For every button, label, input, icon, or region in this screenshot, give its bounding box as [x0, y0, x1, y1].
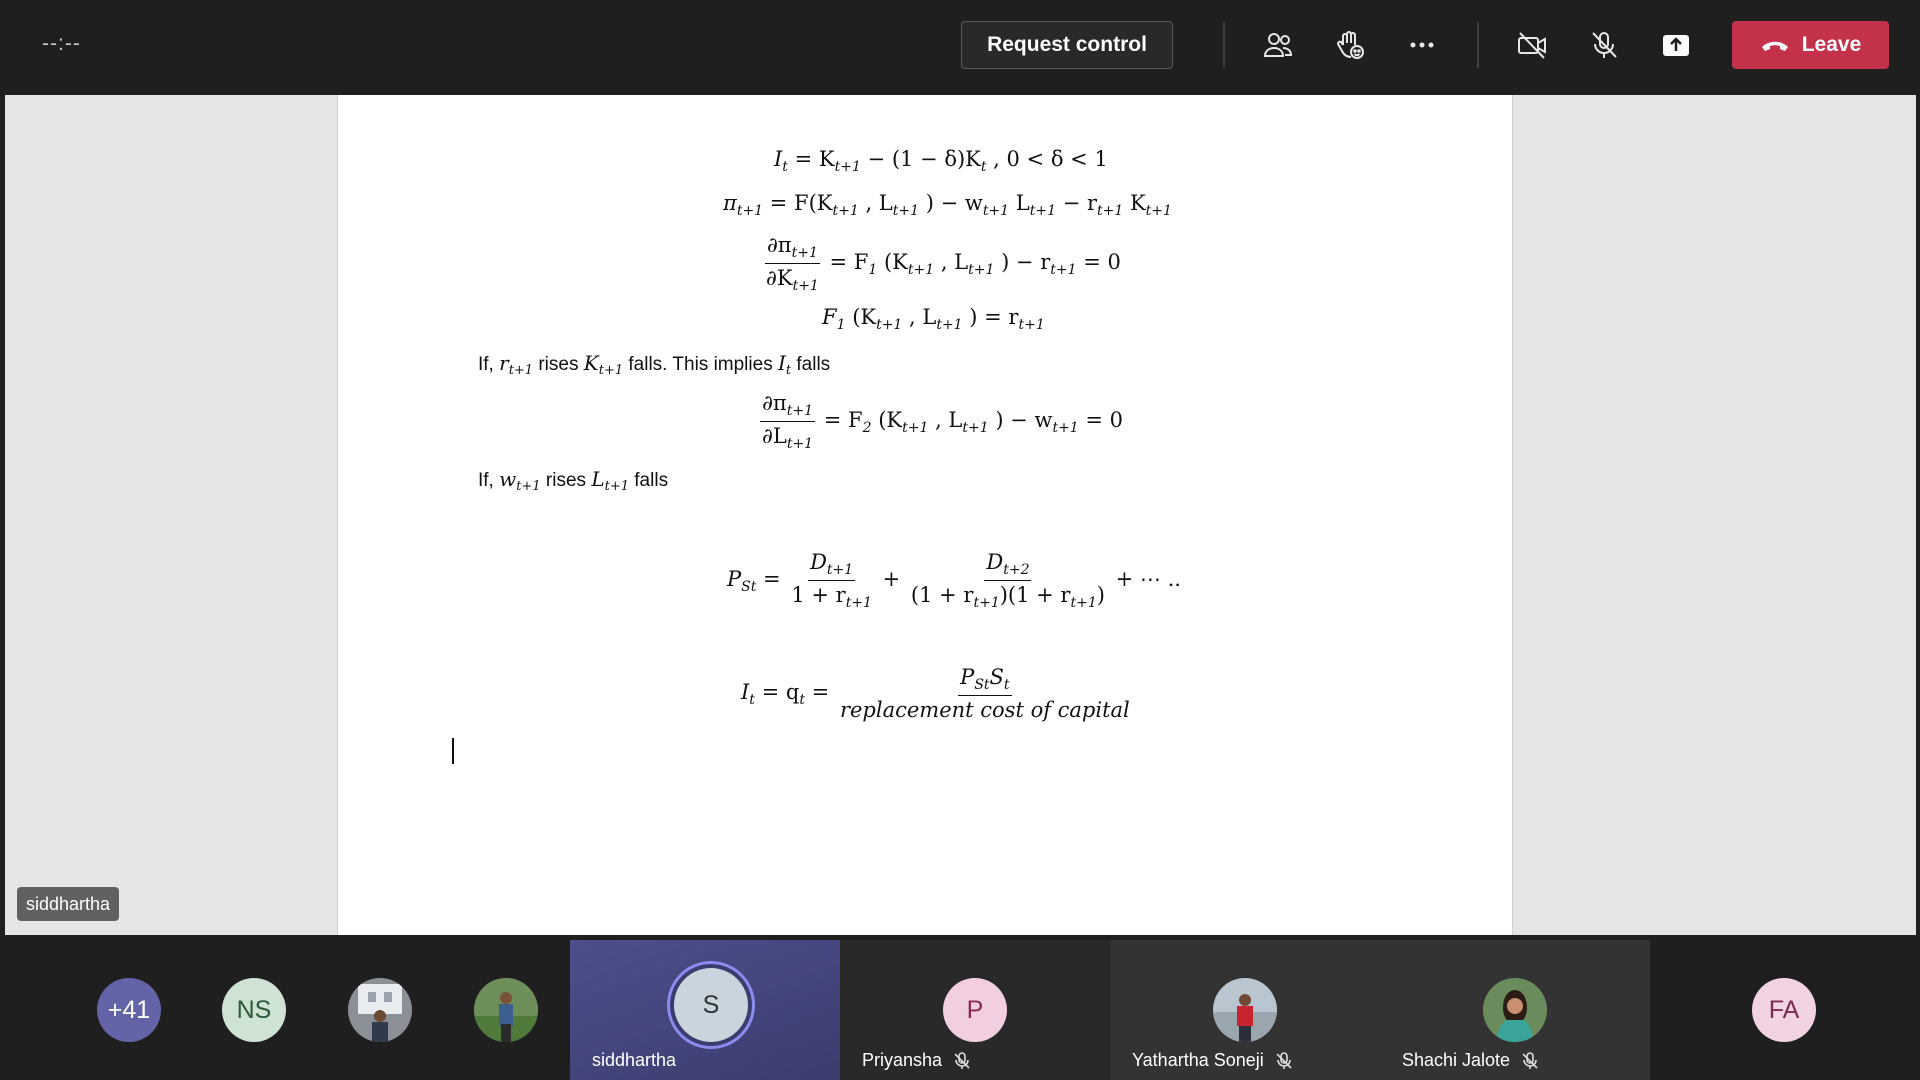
leave-button[interactable]: Leave	[1732, 21, 1889, 69]
mic-off-icon[interactable]	[1583, 24, 1625, 66]
text-interest-rate-effect: If, rt+1 rises Kt+1 falls. This implies …	[478, 351, 831, 378]
avatar-photo[interactable]	[474, 978, 538, 1042]
presenter-name-tag: siddhartha	[17, 887, 120, 921]
participant-photo-icon	[348, 978, 412, 1042]
avatar-fa[interactable]: FA	[1752, 978, 1816, 1042]
avatar-photo	[1213, 978, 1277, 1042]
participant-name: siddhartha	[592, 1050, 677, 1070]
participant-name: Shachi Jalote	[1402, 1050, 1540, 1071]
participant-tile-yathartha[interactable]: Yathartha Soneji	[1110, 940, 1380, 1080]
equation-tobins-q: It = qt = PStSt replacement cost of capi…	[741, 665, 1130, 722]
fraction: Dt+1 1 + rt+1	[791, 550, 872, 611]
fraction: PStSt replacement cost of capital	[839, 665, 1130, 722]
toolbar-divider	[1477, 22, 1479, 68]
participant-gallery: +41 NS S siddhartha P Priyansha Yatharth…	[0, 940, 1920, 1080]
participant-photo-icon	[1483, 978, 1547, 1042]
participant-photo-icon	[1213, 978, 1277, 1042]
equation-profit: πt+1 = F(Kt+1 , Lt+1 ) − wt+1 Lt+1 − rt+…	[723, 191, 1172, 219]
request-control-button[interactable]: Request control	[961, 21, 1173, 69]
text-cursor	[452, 738, 454, 764]
equation-foc-capital: ∂πt+1 ∂Kt+1 = F1 (Kt+1 , Lt+1 ) − rt+1 =…	[764, 233, 1121, 294]
avatar-photo	[1483, 978, 1547, 1042]
meeting-toolbar: --:-- Request control Leave	[0, 0, 1920, 95]
equation-share-price: PSt = Dt+1 1 + rt+1 + Dt+2 (1 + rt+1)(1 …	[727, 550, 1181, 611]
hang-up-icon	[1761, 41, 1788, 51]
fraction: ∂πt+1 ∂Kt+1	[764, 233, 820, 294]
avatar-p: P	[943, 978, 1007, 1042]
avatar-ns[interactable]: NS	[222, 978, 286, 1042]
equation-investment: It = Kt+1 − (1 − δ)Kt , 0 < δ < 1	[774, 147, 1108, 175]
muted-mic-icon	[1276, 1051, 1292, 1069]
participant-tile-shachi[interactable]: Shachi Jalote	[1380, 940, 1650, 1080]
fraction: Dt+2 (1 + rt+1)(1 + rt+1)	[910, 550, 1105, 611]
equation-marginal-product-capital: F1 (Kt+1 , Lt+1 ) = rt+1	[822, 305, 1045, 333]
participant-photo-icon	[474, 978, 538, 1042]
participant-name: Priyansha	[862, 1050, 972, 1071]
toolbar-divider	[1223, 22, 1225, 68]
participant-name: Yathartha Soneji	[1132, 1050, 1294, 1071]
equation-foc-labor: ∂πt+1 ∂Lt+1 = F2 (Kt+1 , Lt+1 ) − wt+1 =…	[760, 391, 1124, 452]
meeting-timer: --:--	[42, 32, 81, 55]
avatar-presenter: S	[674, 968, 748, 1042]
document-page: It = Kt+1 − (1 − δ)Kt , 0 < δ < 1 πt+1 =…	[337, 95, 1513, 935]
text-wage-effect: If, wt+1 rises Lt+1 falls	[478, 467, 669, 494]
presenter-tile[interactable]: S siddhartha	[570, 940, 840, 1080]
avatar-photo[interactable]	[348, 978, 412, 1042]
raise-hand-icon[interactable]	[1329, 24, 1371, 66]
fraction: ∂πt+1 ∂Lt+1	[760, 391, 815, 452]
participant-tile-priyansha[interactable]: P Priyansha	[840, 940, 1110, 1080]
muted-mic-icon	[1522, 1051, 1538, 1069]
people-icon[interactable]	[1257, 24, 1299, 66]
shared-screen: It = Kt+1 − (1 − δ)Kt , 0 < δ < 1 πt+1 =…	[5, 95, 1916, 935]
muted-mic-icon	[954, 1051, 970, 1069]
leave-label: Leave	[1801, 33, 1862, 56]
overflow-participants-button[interactable]: +41	[97, 978, 161, 1042]
camera-off-icon[interactable]	[1511, 24, 1553, 66]
share-tray-icon[interactable]	[1655, 24, 1697, 66]
more-options-icon[interactable]	[1401, 24, 1443, 66]
